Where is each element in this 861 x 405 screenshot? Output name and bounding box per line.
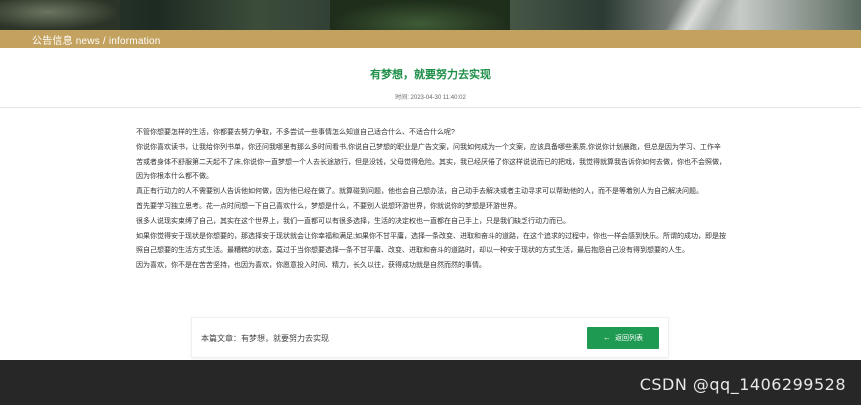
section-title-bar: 公告信息 news / information — [0, 30, 861, 48]
time-value: 2023-04-30 11:40:02 — [410, 95, 466, 101]
article-title: 有梦想，就要努力去实现 — [370, 69, 491, 81]
article-paragraph: 很多人说现实束缚了自己，其实在这个世界上，我们一直都可以有很多选择，生活的决定权… — [136, 217, 570, 225]
article-content: 不管你想要怎样的生活，你都要去努力争取，不多尝试一些事情怎么知道自己适合什么、不… — [136, 126, 726, 274]
article-paragraph: 首先要学习独立思考。花一点时间想一下自己喜欢什么，梦想是什么，不要别人说想环游世… — [136, 202, 521, 210]
article-paragraph: 不管你想要怎样的生活，你都要去努力争取，不多尝试一些事情怎么知道自己适合什么、不… — [136, 129, 455, 136]
arrow-left-icon: ← — [603, 333, 611, 342]
article-footer-nav: 本篇文章：有梦想，就要努力去实现 ← 返回列表 — [191, 317, 669, 358]
banner-tree-shape — [330, 0, 510, 30]
back-to-list-button[interactable]: ← 返回列表 — [587, 327, 659, 349]
article-paragraph: 你说你喜欢读书，让我给你列书单，你还问我哪里有那么多时间看书,你说自己梦想的职业… — [136, 143, 726, 181]
banner-rock-shape — [0, 0, 120, 30]
header-banner-image — [0, 0, 861, 30]
time-label: 时间: — [395, 95, 409, 101]
current-article-label: 本篇文章：有梦想，就要努力去实现 — [201, 334, 329, 343]
section-label: 公告信息 news / information — [32, 35, 161, 47]
article-paragraph: 因为喜欢，你不是在苦苦坚持，也因为喜欢，你愿意投入时间、精力，长久以往，获得成功… — [136, 262, 486, 270]
banner-road-shape — [660, 0, 750, 30]
back-button-label: 返回列表 — [615, 335, 643, 342]
article-paragraph: 真正有行动力的人不需要别人告诉他如何做，因为他已经在做了。就算碰到问题，他也会自… — [136, 188, 703, 196]
article-paragraph: 如果你觉得安于现状是你想要的，那选择安于现状就会让你幸福和满足;如果你不甘平庸，… — [136, 232, 726, 255]
page-footer: CSDN @qq_1406299528 — [0, 360, 861, 405]
watermark-text: CSDN @qq_1406299528 — [639, 375, 846, 394]
article-time: 时间: 2023-04-30 11:40:02 — [0, 92, 861, 101]
title-divider — [0, 107, 861, 108]
